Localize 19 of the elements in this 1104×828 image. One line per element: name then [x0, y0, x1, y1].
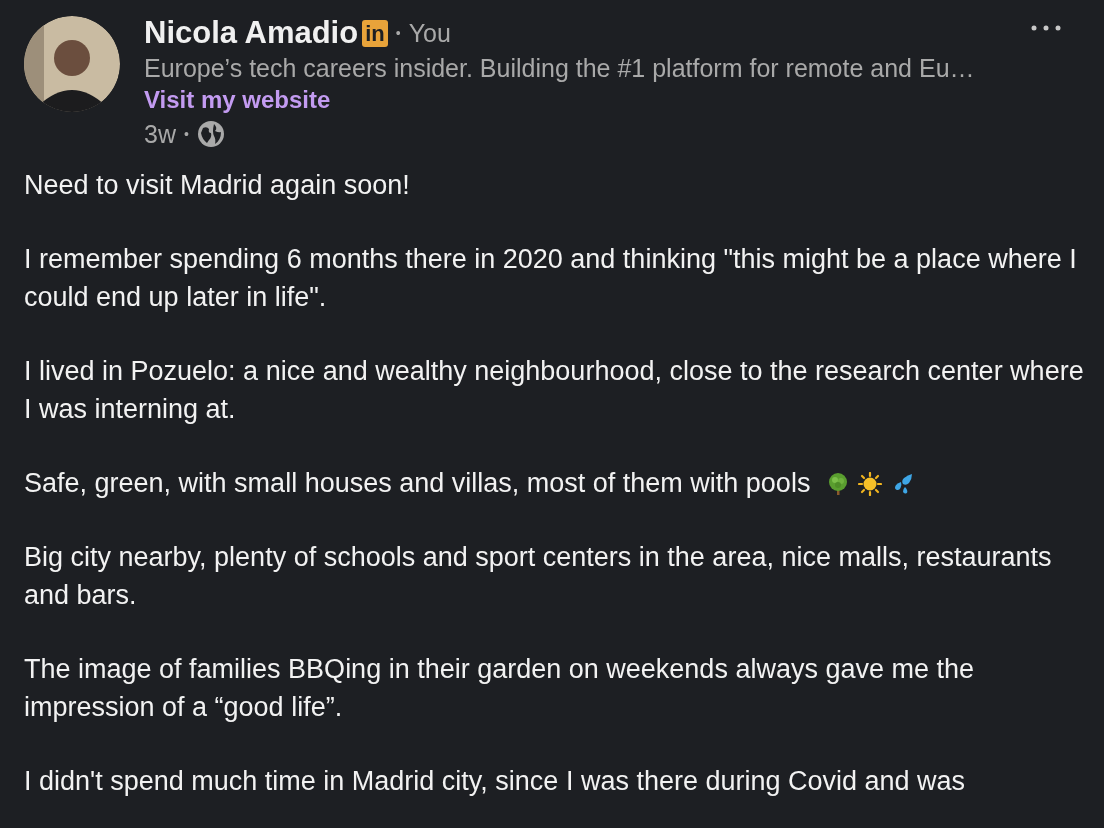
post-paragraph: I remember spending 6 months there in 2020 and thinking "this might be a place where I could end up later in life".: [24, 244, 1077, 312]
post-paragraph: I lived in Pozuelo: a nice and wealthy neighbourhood, close to the research center where I was interning at.: [24, 356, 1084, 424]
more-icon: [1030, 24, 1062, 32]
post-age: 3w: [144, 119, 176, 149]
post-paragraph: Safe, green, with small houses and villas, most of them with pools: [24, 468, 811, 498]
separator-dot: •: [183, 126, 189, 142]
premium-badge: in: [362, 19, 388, 47]
globe-icon: [196, 120, 225, 148]
separator-dot: •: [395, 25, 401, 41]
post-paragraph: The image of families BBQing in their garden on weekends always gave me the impression of a “good life”.: [24, 654, 974, 722]
website-link[interactable]: Visit my website: [144, 84, 331, 116]
post-paragraph: I didn't spend much time in Madrid city, since I was there during Covid and was: [24, 766, 966, 796]
post-paragraph: Big city nearby, plenty of schools and sport centers in the area, nice malls, restaurants and bars.: [24, 542, 1052, 610]
author-headline: Europe’s tech careers insider. Building the #1 platform for remote and Eu…: [144, 53, 975, 84]
sun-icon: [857, 472, 882, 496]
author-name[interactable]: Nicola Amadio: [144, 15, 359, 51]
avatar[interactable]: [24, 16, 120, 112]
post-paragraph: Need to visit Madrid again soon!: [24, 170, 410, 200]
connection-degree: You: [408, 18, 451, 48]
